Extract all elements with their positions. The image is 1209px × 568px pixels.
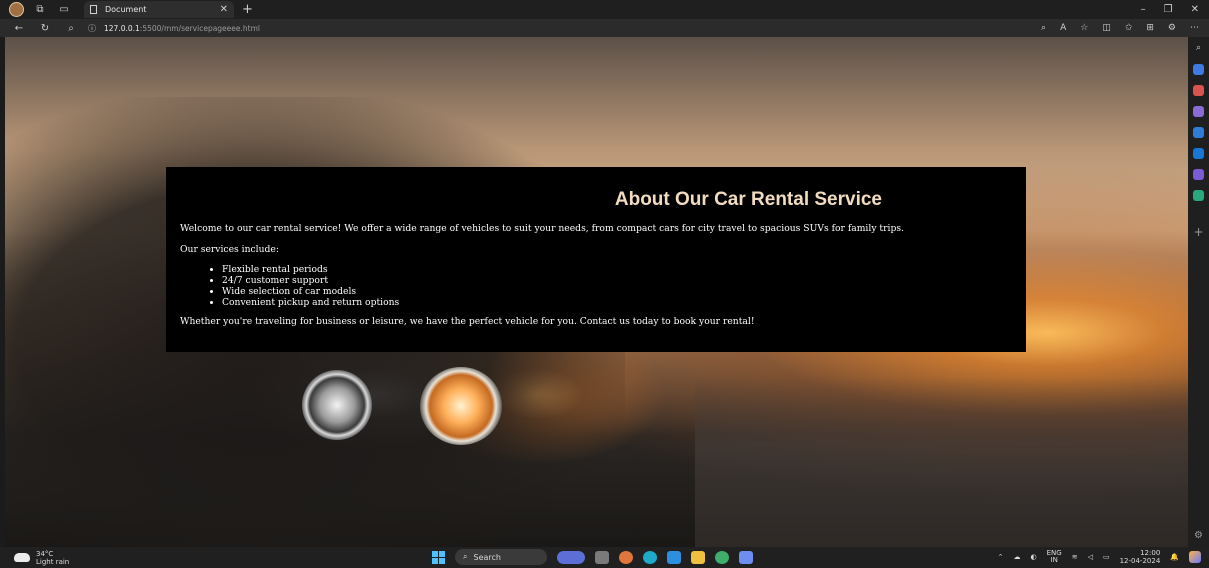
browser-tab-document[interactable]: Document ✕ [84, 1, 234, 18]
weather-widget[interactable]: 34°C Light rain [14, 550, 69, 566]
system-tray: ⌃ ☁ ◐ ENG IN ≋ ◁ ▭ 12:00 12-04-2024 🔔 [998, 549, 1201, 565]
task-view-icon[interactable] [595, 550, 609, 564]
site-info-icon[interactable]: ⓘ [88, 23, 96, 34]
browser-tab-bar: ⧉ ▭ Document ✕ + – ❐ ✕ [0, 0, 1209, 19]
sidebar-settings-icon[interactable]: ⚙ [1194, 530, 1203, 541]
language-indicator[interactable]: ENG IN [1047, 550, 1062, 564]
sidebar-designer-icon[interactable] [1193, 169, 1204, 180]
favorite-star-icon[interactable]: ☆ [1080, 23, 1088, 33]
notification-bell-icon[interactable]: 🔔 [1170, 553, 1179, 561]
workspaces-icon[interactable]: ⧉ [32, 2, 48, 18]
tab-title: Document [105, 5, 147, 14]
taskbar-search[interactable]: ⌕ Search [455, 549, 547, 565]
windows-start-icon[interactable] [432, 550, 445, 564]
sidebar-tools-icon[interactable] [1193, 106, 1204, 117]
restore-icon[interactable]: ❐ [1164, 4, 1173, 15]
about-section: About Our Car Rental Service Welcome to … [166, 167, 1026, 352]
edge-sidebar: ⌕ + ⚙ [1188, 37, 1209, 547]
toolbar-actions: ⌕ A ☆ ◫ ✩ ⊞ ⚙ ⋯ [1041, 23, 1209, 33]
list-item: Convenient pickup and return options [222, 297, 1012, 308]
car-headlight-left [302, 370, 372, 440]
services-list: Flexible rental periods 24/7 customer su… [180, 264, 1012, 308]
car-headlight-right [420, 367, 502, 445]
clock-time: 12:00 [1140, 549, 1161, 557]
file-explorer-icon[interactable] [691, 550, 705, 564]
sidebar-shopping-icon[interactable] [1193, 85, 1204, 96]
url-path: :5500/mm/servicepageeee.html [139, 23, 260, 33]
tab-actions-icon[interactable]: ▭ [56, 2, 72, 18]
list-item: Flexible rental periods [222, 264, 1012, 275]
close-tab-icon[interactable]: ✕ [220, 4, 228, 15]
page-viewport: About Our Car Rental Service Welcome to … [5, 37, 1188, 547]
list-item: Wide selection of car models [222, 286, 1012, 297]
sidebar-send-icon[interactable] [1193, 190, 1204, 201]
split-screen-icon[interactable]: ◫ [1102, 23, 1111, 33]
profile-avatar-icon[interactable] [8, 2, 24, 18]
more-menu-icon[interactable]: ⋯ [1190, 23, 1199, 33]
document-icon [90, 5, 97, 14]
collections-icon[interactable]: ⊞ [1146, 23, 1154, 33]
refresh-icon[interactable]: ↻ [38, 23, 52, 34]
search-icon[interactable]: ⌕ [64, 23, 78, 34]
window-controls: – ❐ ✕ [1141, 4, 1209, 15]
services-intro: Our services include: [180, 244, 279, 255]
url-host: 127.0.0.1 [104, 23, 140, 33]
taskbar-center: ⌕ Search [432, 549, 753, 565]
welcome-paragraph: Welcome to our car rental service! We of… [180, 223, 904, 234]
favorites-icon[interactable]: ✩ [1125, 23, 1133, 33]
wifi-icon[interactable]: ≋ [1072, 553, 1078, 561]
chrome-app-icon[interactable] [619, 550, 633, 564]
taskbar-clock[interactable]: 12:00 12-04-2024 [1120, 549, 1161, 565]
url-field[interactable]: ⓘ 127.0.0.1 :5500/mm/servicepageeee.html [88, 21, 968, 35]
onedrive-icon[interactable]: ☁ [1014, 553, 1021, 561]
copilot-tray-icon[interactable] [1189, 551, 1201, 563]
clock-date: 12-04-2024 [1119, 557, 1161, 565]
taskbar-search-label: Search [473, 552, 501, 562]
battery-icon[interactable]: ▭ [1103, 553, 1110, 561]
sidebar-copilot-icon[interactable] [1193, 64, 1204, 75]
weather-temp: 34°C [36, 549, 54, 558]
sidebar-games-icon[interactable] [1193, 127, 1204, 138]
cloud-rain-icon [14, 553, 30, 562]
weather-desc: Light rain [36, 557, 70, 566]
extensions-icon[interactable]: ⚙ [1168, 23, 1176, 33]
read-aloud-icon[interactable]: A [1060, 23, 1066, 33]
minimize-icon[interactable]: – [1141, 4, 1146, 15]
windows-taskbar: 34°C Light rain ⌕ Search ⌃ ☁ ◐ ENG IN ≋ … [0, 547, 1209, 568]
zoom-icon[interactable]: ⌕ [1041, 23, 1046, 33]
volume-icon[interactable]: ◁ [1088, 553, 1093, 561]
remote-app-icon[interactable] [739, 550, 753, 564]
about-title: About Our Car Rental Service [614, 189, 882, 210]
search-icon: ⌕ [463, 552, 468, 561]
new-tab-button[interactable]: + [242, 2, 253, 17]
back-arrow-icon[interactable]: ← [12, 23, 26, 34]
tray-overflow-icon[interactable]: ⌃ [998, 553, 1004, 561]
vscode-app-icon[interactable] [667, 550, 681, 564]
sidebar-search-icon[interactable]: ⌕ [1193, 43, 1204, 54]
language-region: IN [1050, 556, 1058, 564]
browser-address-bar: ← ↻ ⌕ ⓘ 127.0.0.1 :5500/mm/servicepageee… [0, 19, 1209, 37]
closing-paragraph: Whether you're traveling for business or… [180, 316, 755, 327]
tray-app-icon[interactable]: ◐ [1031, 553, 1037, 561]
edge-app-icon[interactable] [643, 550, 657, 564]
sidebar-outlook-icon[interactable] [1193, 148, 1204, 159]
whatsapp-app-icon[interactable] [715, 550, 729, 564]
copilot-app-icon[interactable] [557, 550, 585, 564]
close-window-icon[interactable]: ✕ [1191, 4, 1199, 15]
list-item: 24/7 customer support [222, 275, 1012, 286]
sidebar-add-icon[interactable]: + [1193, 225, 1203, 239]
